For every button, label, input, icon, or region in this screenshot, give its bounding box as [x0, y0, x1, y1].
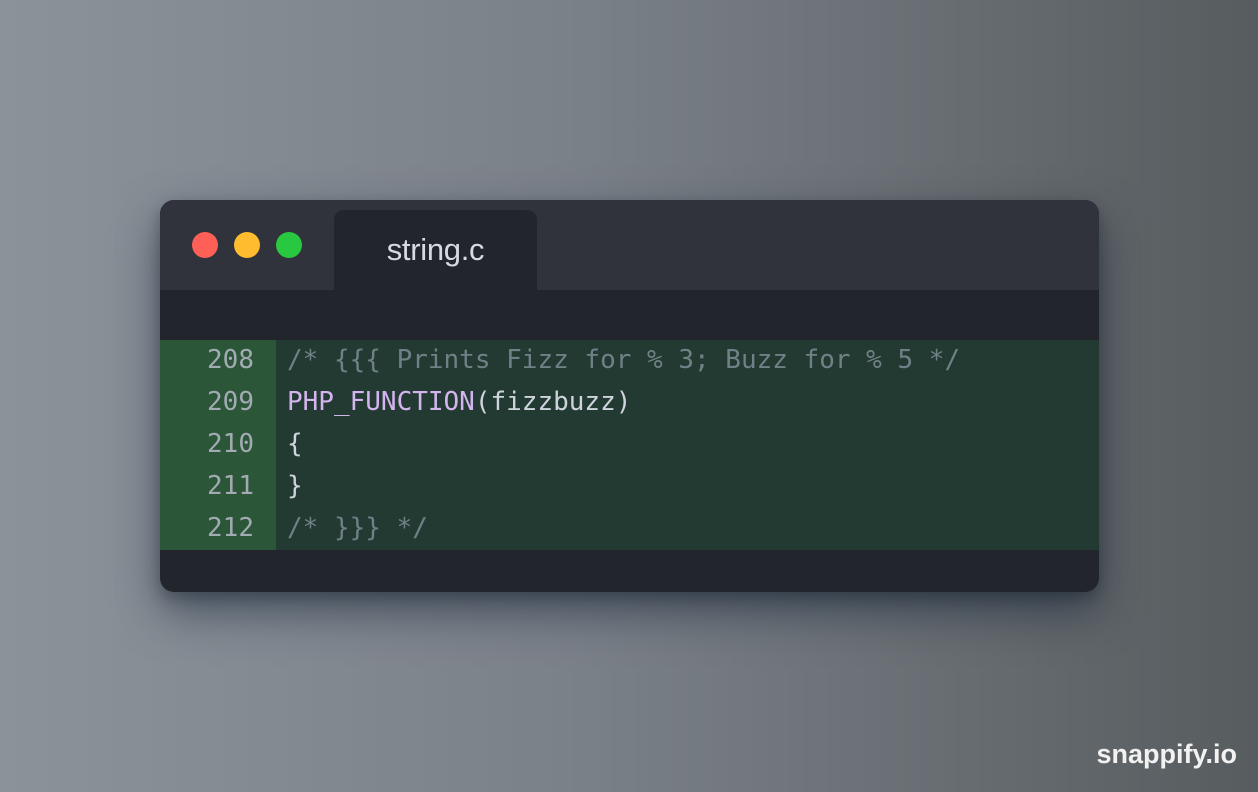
line-number: 211 [207, 471, 254, 501]
line-gutter: 208 [160, 340, 276, 382]
code-text: /* {{{ Prints Fizz for % 3; Buzz for % 5… [287, 345, 960, 375]
line-gutter: 211 [160, 466, 276, 508]
line-gutter: 212 [160, 508, 276, 550]
window-titlebar: string.c [160, 200, 1099, 290]
line-gutter: 210 [160, 424, 276, 466]
code-line: 208 /* {{{ Prints Fizz for % 3; Buzz for… [160, 340, 1099, 382]
maximize-window-button[interactable] [276, 232, 302, 258]
line-content: /* {{{ Prints Fizz for % 3; Buzz for % 5… [276, 340, 1099, 382]
code-line: 211 } [160, 466, 1099, 508]
code-text: PHP_FUNCTION(fizzbuzz) [287, 387, 631, 417]
line-gutter: 209 [160, 382, 276, 424]
code-line: 209 PHP_FUNCTION(fizzbuzz) [160, 382, 1099, 424]
code-line: 212 /* }}} */ [160, 508, 1099, 550]
plain-token: (fizzbuzz) [474, 387, 632, 417]
line-content: PHP_FUNCTION(fizzbuzz) [276, 382, 1099, 424]
close-window-button[interactable] [192, 232, 218, 258]
line-content: /* }}} */ [276, 508, 1099, 550]
line-content: { [276, 424, 1099, 466]
line-number: 212 [207, 513, 254, 543]
code-text: { [287, 429, 303, 459]
file-tab-label: string.c [386, 232, 485, 267]
plain-token: } [287, 471, 303, 501]
code-window: string.c 208 /* {{{ Prints Fizz for % 3;… [160, 200, 1099, 592]
line-number: 210 [207, 429, 254, 459]
file-tab[interactable]: string.c [334, 210, 537, 290]
code-text: } [287, 471, 303, 501]
line-number: 209 [207, 387, 254, 417]
code-text: /* }}} */ [287, 513, 428, 543]
minimize-window-button[interactable] [234, 232, 260, 258]
comment-token: /* }}} */ [287, 513, 428, 543]
watermark: snappify.io [1096, 739, 1237, 769]
page-background: { "window": { "tab_title": "string.c" },… [0, 0, 1258, 792]
macro-token: PHP_FUNCTION [287, 387, 475, 417]
line-number: 208 [207, 345, 254, 375]
code-area: 208 /* {{{ Prints Fizz for % 3; Buzz for… [160, 340, 1099, 550]
code-line: 210 { [160, 424, 1099, 466]
plain-token: { [287, 429, 303, 459]
line-content: } [276, 466, 1099, 508]
comment-token: /* {{{ Prints Fizz for % 3; Buzz for % 5… [287, 345, 961, 375]
